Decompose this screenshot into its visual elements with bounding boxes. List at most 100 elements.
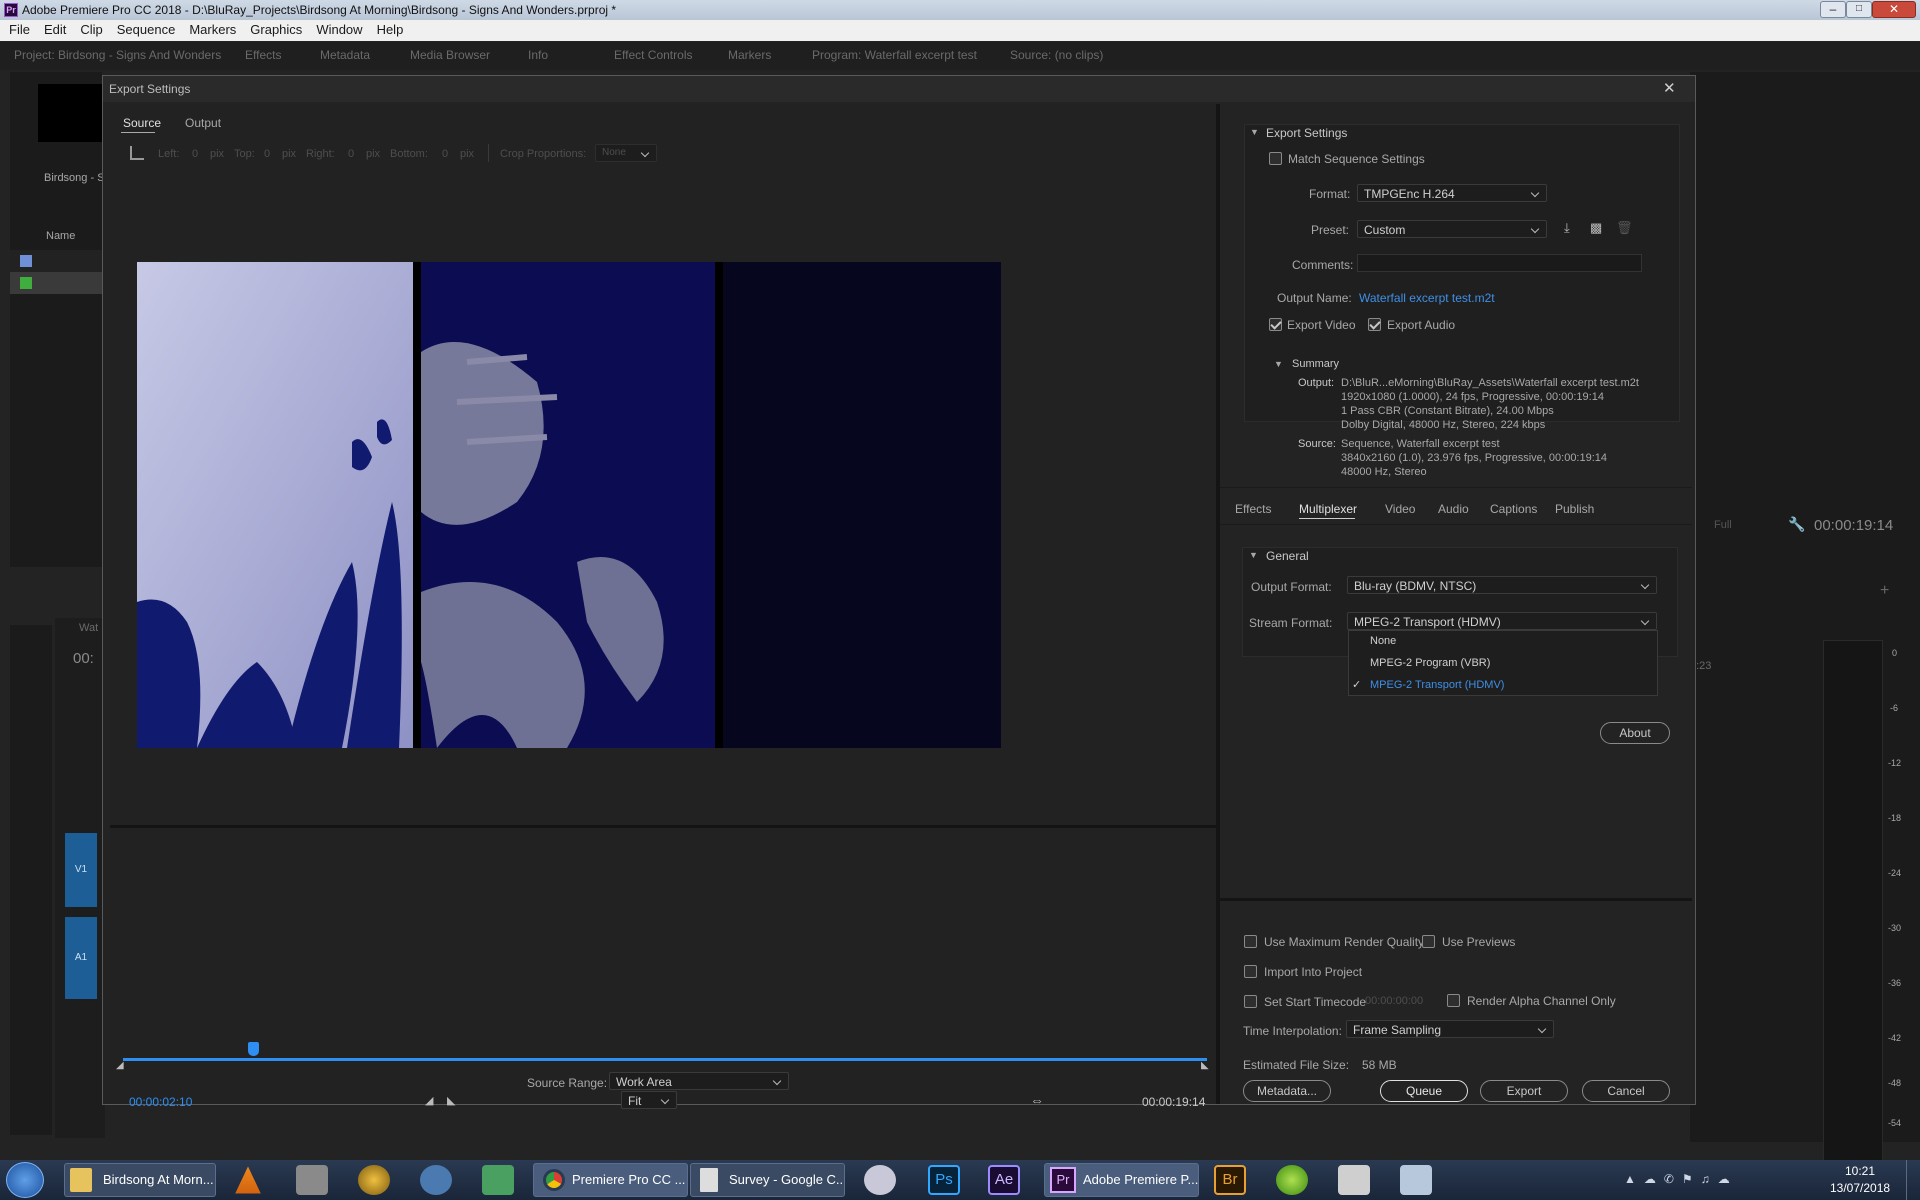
menu-file[interactable]: File <box>2 20 37 40</box>
app-icon-3[interactable] <box>358 1165 390 1195</box>
render-alpha-checkbox[interactable] <box>1447 994 1460 1007</box>
scrubber-playhead[interactable] <box>248 1042 260 1056</box>
project-item-1[interactable] <box>10 250 102 272</box>
project-item-2[interactable] <box>10 272 102 294</box>
collapse-general-icon[interactable]: ▼ <box>1249 550 1258 560</box>
app-icon-6[interactable] <box>864 1165 896 1195</box>
app-icon-8[interactable] <box>1338 1165 1370 1195</box>
crop-left-value[interactable]: 0 <box>192 148 198 160</box>
import-project-checkbox[interactable] <box>1244 965 1257 978</box>
crop-bottom-value[interactable]: 0 <box>442 148 448 160</box>
stream-option-program[interactable]: MPEG-2 Program (VBR) <box>1370 657 1490 669</box>
menu-window[interactable]: Window <box>309 20 369 40</box>
end-timecode: 00:00:19:14 <box>1142 1095 1206 1109</box>
tab-markers[interactable]: Markers <box>728 48 771 62</box>
track-v1[interactable]: V1 <box>65 833 97 907</box>
export-video-checkbox[interactable] <box>1269 318 1282 331</box>
save-preset-icon[interactable]: ⤓ <box>1564 220 1570 236</box>
collapse-export-settings-icon[interactable]: ▼ <box>1250 127 1259 137</box>
calculator-icon[interactable] <box>1400 1165 1432 1195</box>
app-icon-7[interactable] <box>1276 1165 1308 1195</box>
app-icon-5[interactable] <box>482 1165 514 1195</box>
tab-source[interactable]: Source: (no clips) <box>1010 48 1103 62</box>
format-dropdown[interactable]: TMPGEnc H.264 <box>1357 184 1547 202</box>
photoshop-icon[interactable]: Ps <box>928 1165 960 1195</box>
menu-sequence[interactable]: Sequence <box>110 20 183 40</box>
show-desktop-button[interactable] <box>1906 1160 1920 1200</box>
use-previews-checkbox[interactable] <box>1422 935 1435 948</box>
metadata-button[interactable]: Metadata... <box>1243 1080 1331 1102</box>
scrubber-track[interactable] <box>123 1058 1207 1061</box>
crop-top-value[interactable]: 0 <box>264 148 270 160</box>
output-name-link[interactable]: Waterfall excerpt test.m2t <box>1359 291 1495 305</box>
export-button[interactable]: Export <box>1480 1080 1568 1102</box>
import-preset-icon[interactable]: ▩ <box>1590 220 1602 236</box>
menu-clip[interactable]: Clip <box>73 20 109 40</box>
tab-program[interactable]: Program: Waterfall excerpt test <box>812 48 977 62</box>
delete-preset-icon[interactable]: 🗑 <box>1616 220 1633 236</box>
mark-out-icon[interactable]: ◣ <box>447 1094 455 1107</box>
tab-captions[interactable]: Captions <box>1490 502 1537 516</box>
collapse-summary-icon[interactable]: ▼ <box>1274 359 1283 369</box>
range-start-handle[interactable]: ◢ <box>116 1060 124 1071</box>
clock[interactable]: 10:21 13/07/2018 <box>1830 1164 1890 1195</box>
app-icon-4[interactable] <box>420 1165 452 1195</box>
current-timecode[interactable]: 00:00:02:10 <box>129 1095 192 1109</box>
crop-proportions-dropdown[interactable]: None <box>595 144 657 162</box>
queue-button[interactable]: Queue <box>1380 1080 1468 1102</box>
tab-multiplexer[interactable]: Multiplexer <box>1299 502 1357 516</box>
after-effects-icon[interactable]: Ae <box>988 1165 1020 1195</box>
tab-project[interactable]: Project: Birdsong - Signs And Wonders <box>14 48 221 62</box>
menu-graphics[interactable]: Graphics <box>243 20 309 40</box>
tab-effects-settings[interactable]: Effects <box>1235 502 1271 516</box>
tab-info[interactable]: Info <box>528 48 548 62</box>
export-audio-checkbox[interactable] <box>1368 318 1381 331</box>
comments-input[interactable] <box>1357 254 1642 272</box>
stream-format-dropdown[interactable]: MPEG-2 Transport (HDMV) <box>1347 612 1657 630</box>
bridge-icon[interactable]: Br <box>1214 1165 1246 1195</box>
source-range-dropdown[interactable]: Work Area <box>609 1072 789 1090</box>
match-sequence-checkbox[interactable] <box>1269 152 1282 165</box>
menu-markers[interactable]: Markers <box>182 20 243 40</box>
time-interpolation-dropdown[interactable]: Frame Sampling <box>1346 1020 1554 1038</box>
tab-publish[interactable]: Publish <box>1555 502 1594 516</box>
set-start-timecode-checkbox[interactable] <box>1244 995 1257 1008</box>
dialog-close-icon[interactable]: ✕ <box>1663 79 1676 97</box>
wrench-icon[interactable]: 🔧 <box>1788 516 1805 533</box>
mark-in-icon[interactable]: ◢ <box>425 1094 433 1107</box>
tab-metadata[interactable]: Metadata <box>320 48 370 62</box>
tab-output-preview[interactable]: Output <box>185 116 221 130</box>
range-end-handle[interactable]: ◣ <box>1201 1060 1209 1071</box>
about-button[interactable]: About <box>1600 722 1670 744</box>
crop-right-value[interactable]: 0 <box>348 148 354 160</box>
maximize-button[interactable]: □ <box>1846 1 1872 18</box>
tab-source-preview[interactable]: Source <box>123 116 161 130</box>
menu-help[interactable]: Help <box>370 20 411 40</box>
menu-edit[interactable]: Edit <box>37 20 73 40</box>
minimize-button[interactable]: – <box>1820 1 1846 18</box>
tab-video[interactable]: Video <box>1385 502 1415 516</box>
preset-dropdown[interactable]: Custom <box>1357 220 1547 238</box>
tab-media-browser[interactable]: Media Browser <box>410 48 490 62</box>
track-a1[interactable]: A1 <box>65 917 97 999</box>
start-button[interactable] <box>6 1162 44 1198</box>
crop-left-label: Left: <box>158 148 180 160</box>
stream-option-none[interactable]: None <box>1370 635 1396 647</box>
aspect-correction-icon[interactable]: ⇔ <box>1030 1092 1044 1108</box>
close-window-button[interactable]: ✕ <box>1872 1 1916 18</box>
add-marker-icon[interactable]: + <box>1880 582 1889 600</box>
crop-top-label: Top: <box>234 148 255 160</box>
crop-icon[interactable] <box>130 146 144 160</box>
fit-dropdown[interactable]: Fit <box>621 1091 677 1109</box>
tab-effects[interactable]: Effects <box>245 48 281 62</box>
crop-bottom-unit: pix <box>460 148 475 160</box>
output-format-dropdown[interactable]: Blu-ray (BDMV, NTSC) <box>1347 576 1657 594</box>
set-start-timecode-label: Set Start Timecode <box>1264 995 1367 1009</box>
app-icon-2[interactable] <box>296 1165 328 1195</box>
tab-effect-controls[interactable]: Effect Controls <box>614 48 692 62</box>
max-render-checkbox[interactable] <box>1244 935 1257 948</box>
crop-divider <box>488 144 489 162</box>
stream-option-transport[interactable]: MPEG-2 Transport (HDMV) <box>1370 679 1504 691</box>
tab-audio[interactable]: Audio <box>1438 502 1469 516</box>
cancel-button[interactable]: Cancel <box>1582 1080 1670 1102</box>
